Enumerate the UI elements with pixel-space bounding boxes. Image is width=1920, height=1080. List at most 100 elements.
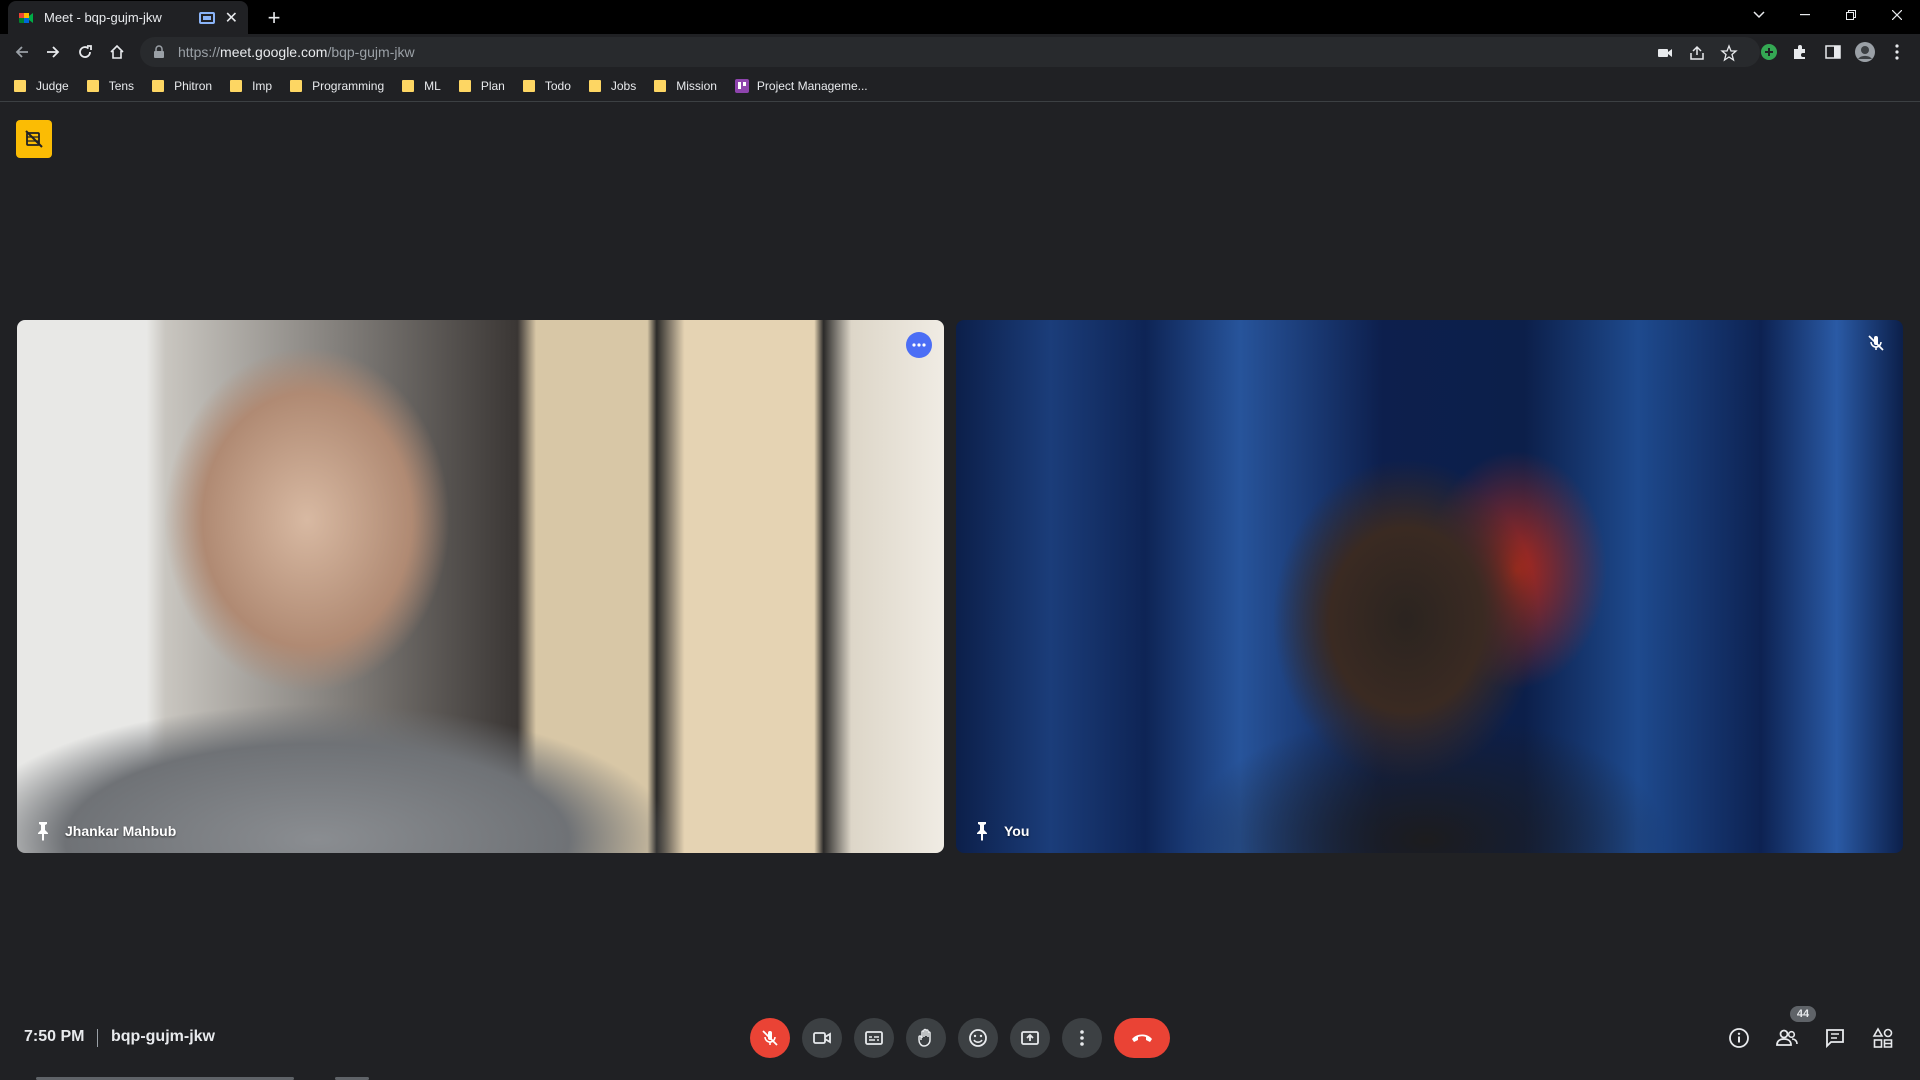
present-screen-button[interactable] — [1010, 1018, 1050, 1058]
new-tab-button[interactable]: + — [260, 4, 288, 32]
bookmark-folder-ml[interactable]: ML — [402, 79, 441, 93]
bookmark-folder-jobs[interactable]: Jobs — [588, 79, 636, 93]
bookmark-folder-judge[interactable]: Judge — [14, 79, 69, 93]
side-panel-button[interactable] — [1820, 39, 1846, 65]
folder-icon — [522, 79, 535, 92]
meeting-details-button[interactable] — [1724, 1023, 1754, 1053]
folder-icon — [152, 79, 165, 92]
microphone-toggle-button[interactable] — [750, 1018, 790, 1058]
restore-button[interactable] — [1828, 0, 1874, 30]
restore-icon — [1846, 10, 1856, 20]
bookmark-folder-phitron[interactable]: Phitron — [152, 79, 212, 93]
profile-button[interactable] — [1852, 39, 1878, 65]
info-icon — [1729, 1028, 1749, 1048]
captions-icon — [865, 1031, 883, 1045]
lock-icon — [154, 45, 164, 58]
camera-toggle-button[interactable] — [802, 1018, 842, 1058]
participant-options-button[interactable] — [906, 332, 932, 358]
casting-indicator-icon — [198, 11, 215, 24]
raise-hand-button[interactable] — [906, 1018, 946, 1058]
puzzle-icon — [1794, 45, 1805, 59]
pin-icon[interactable] — [974, 821, 990, 841]
reload-button[interactable] — [71, 38, 99, 66]
mic-off-icon — [762, 1030, 778, 1046]
browser-toolbar: https://meet.google.com/bqp-gujm-jkw — [0, 34, 1920, 70]
meet-icon — [18, 10, 34, 26]
bookmark-folder-tens[interactable]: Tens — [86, 79, 134, 93]
arrow-back-icon — [15, 46, 28, 58]
more-horiz-icon — [912, 343, 926, 347]
show-everyone-button[interactable] — [1772, 1023, 1802, 1053]
participant-tile-self[interactable]: You — [956, 320, 1903, 853]
bookmarks-bar: Judge Tens Phitron Imp Programming ML Pl… — [0, 70, 1920, 102]
back-button[interactable] — [8, 38, 36, 66]
minimize-button[interactable] — [1782, 0, 1828, 30]
camera-off-badge[interactable] — [16, 120, 52, 158]
folder-icon — [402, 79, 415, 92]
minimize-icon — [1800, 14, 1810, 16]
meeting-code: bqp-gujm-jkw — [111, 1028, 215, 1045]
url-text: https://meet.google.com/bqp-gujm-jkw — [178, 44, 415, 60]
trello-icon — [734, 78, 749, 93]
tab-search-button[interactable] — [1736, 0, 1782, 30]
bookmark-folder-programming[interactable]: Programming — [290, 79, 384, 93]
camera-off-icon — [25, 130, 43, 148]
leave-call-button[interactable] — [1114, 1018, 1170, 1058]
meeting-time: 7:50 PM — [24, 1028, 85, 1045]
bookmark-folder-plan[interactable]: Plan — [458, 79, 505, 93]
chat-button[interactable] — [1820, 1023, 1850, 1053]
mic-off-icon — [1867, 334, 1885, 352]
folder-icon — [14, 79, 26, 92]
raise-hand-icon — [918, 1028, 931, 1047]
folder-icon — [458, 79, 471, 92]
bookmark-folder-imp[interactable]: Imp — [230, 79, 272, 93]
divider — [97, 1029, 98, 1047]
tab-title: Meet - bqp-gujm-jkw — [44, 10, 162, 25]
browser-tab-strip: Meet - bqp-gujm-jkw ✕ + — [0, 0, 1920, 34]
reactions-button[interactable] — [958, 1018, 998, 1058]
forward-button[interactable] — [39, 38, 67, 66]
activities-icon — [1872, 1027, 1893, 1048]
tab-close-button[interactable]: ✕ — [225, 8, 238, 28]
more-vert-icon — [1080, 1030, 1084, 1046]
browser-tab[interactable]: Meet - bqp-gujm-jkw ✕ — [8, 1, 248, 34]
chat-icon — [1826, 1029, 1844, 1049]
pin-icon[interactable] — [35, 821, 51, 841]
bookmark-folder-mission[interactable]: Mission — [654, 79, 717, 93]
arrow-forward-icon — [47, 46, 60, 58]
close-icon — [1892, 10, 1902, 20]
bookmark-project-management[interactable]: Project Manageme... — [734, 78, 868, 93]
folder-icon — [654, 79, 667, 92]
chevron-down-icon — [1753, 11, 1765, 19]
videocam-icon — [813, 1032, 831, 1044]
activities-button[interactable] — [1868, 1023, 1898, 1053]
captions-button[interactable] — [854, 1018, 894, 1058]
extension-button[interactable] — [1756, 39, 1782, 65]
participant-name: Jhankar Mahbub — [65, 823, 177, 839]
extension-green-icon — [1761, 44, 1777, 60]
side-panel-icon — [1825, 45, 1841, 59]
address-bar[interactable]: https://meet.google.com/bqp-gujm-jkw — [140, 37, 1760, 67]
folder-icon — [588, 79, 601, 92]
folder-icon — [290, 79, 303, 92]
bookmark-star-icon[interactable] — [1720, 44, 1738, 62]
reload-icon — [79, 45, 92, 58]
bookmark-folder-todo[interactable]: Todo — [522, 79, 571, 93]
avatar — [1855, 42, 1875, 62]
camera-in-use-icon[interactable] — [1656, 44, 1674, 62]
share-icon[interactable] — [1688, 44, 1706, 62]
close-window-button[interactable] — [1874, 0, 1920, 30]
more-vert-icon — [1895, 44, 1899, 60]
people-icon — [1776, 1029, 1798, 1046]
call-end-icon — [1132, 1034, 1152, 1042]
participant-count-badge: 44 — [1790, 1006, 1816, 1022]
more-options-button[interactable] — [1062, 1018, 1102, 1058]
folder-icon — [230, 79, 243, 92]
participant-name: You — [1004, 823, 1030, 839]
emoji-icon — [969, 1029, 987, 1047]
home-button[interactable] — [103, 38, 131, 66]
extensions-menu-button[interactable] — [1787, 39, 1813, 65]
present-icon — [1021, 1031, 1039, 1045]
browser-menu-button[interactable] — [1884, 39, 1910, 65]
participant-tile-jhankar[interactable]: Jhankar Mahbub — [17, 320, 944, 853]
